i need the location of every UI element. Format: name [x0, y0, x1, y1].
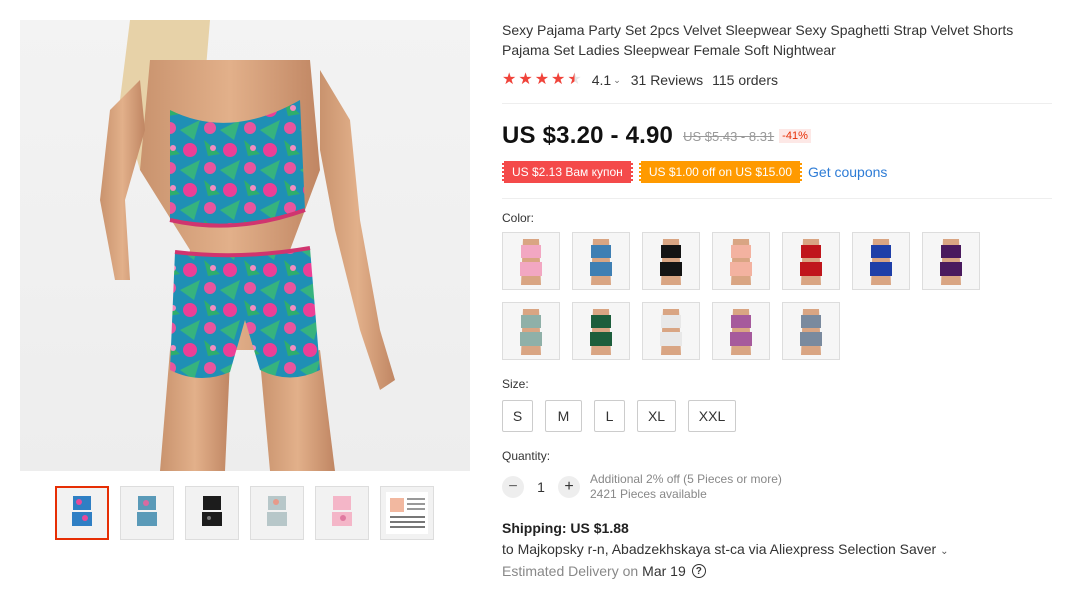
chevron-down-icon: ⌄ — [940, 546, 949, 557]
swatch-image — [870, 239, 892, 285]
quantity-decrease-button[interactable]: − — [502, 476, 524, 498]
color-swatch-8[interactable] — [502, 302, 560, 360]
thumbnail-image — [332, 496, 352, 526]
swatch-image — [730, 239, 752, 285]
color-label: Color: — [502, 211, 535, 225]
color-swatch-10[interactable] — [642, 302, 700, 360]
thumbnail-1[interactable] — [55, 486, 109, 540]
coupons-row: US $2.13 Вам купон US $1.00 off on US $1… — [502, 161, 1054, 183]
thumbnail-5[interactable] — [315, 486, 369, 540]
product-info-panel: Sexy Pajama Party Set 2pcs Velvet Sleepw… — [502, 20, 1054, 579]
delivery-date: Mar 19 — [642, 563, 686, 579]
divider — [502, 103, 1052, 104]
star-half-icon: ★ — [567, 71, 582, 88]
model-illustration — [100, 20, 395, 471]
thumbnail-image — [137, 496, 157, 526]
orders-count: 115 orders — [712, 72, 779, 88]
bulk-discount-note: Additional 2% off (5 Pieces or more) — [590, 472, 782, 486]
thumbnail-3[interactable] — [185, 486, 239, 540]
question-icon[interactable]: ? — [691, 564, 706, 578]
thumbnail-size-chart[interactable] — [380, 486, 434, 540]
chevron-down-icon[interactable]: ⌄ — [613, 75, 621, 86]
rating-stars[interactable]: ★ ★ ★ ★ ★ — [502, 72, 582, 88]
rating-row: ★ ★ ★ ★ ★ 4.1 ⌄ 31 Reviews 115 orders — [502, 70, 1054, 90]
shipping-destination-text: to Majkopsky r-n, Abadzekhskaya st-ca vi… — [502, 541, 937, 557]
quantity-notes: Additional 2% off (5 Pieces or more) 242… — [590, 472, 782, 502]
shipping-destination[interactable]: to Majkopsky r-n, Abadzekhskaya st-ca vi… — [502, 541, 1054, 557]
estimated-delivery: Estimated Delivery on Mar 19 ? — [502, 563, 1054, 579]
delivery-label: Estimated Delivery on — [502, 563, 639, 579]
quantity-label: Quantity: — [502, 449, 551, 463]
size-option-m[interactable]: M — [545, 400, 582, 432]
quantity-stepper: − + Additional 2% off (5 Pieces or more)… — [502, 472, 1054, 502]
swatch-image — [520, 239, 542, 285]
divider — [502, 198, 1052, 199]
color-swatch-5[interactable] — [782, 232, 840, 290]
size-label: Size: — [502, 377, 529, 391]
swatch-image — [660, 239, 682, 285]
color-swatches — [502, 232, 992, 360]
quantity-increase-button[interactable]: + — [558, 476, 580, 498]
get-coupons-link[interactable]: Get coupons — [808, 164, 887, 180]
swatch-image — [940, 239, 962, 285]
discount-badge: -41% — [779, 129, 811, 143]
swatch-image — [590, 309, 612, 355]
shipping-price: Shipping: US $1.88 — [502, 520, 629, 536]
stock-available: 2421 Pieces available — [590, 487, 707, 501]
thumbnail-image — [72, 496, 92, 526]
swatch-image — [520, 309, 542, 355]
color-swatch-2[interactable] — [572, 232, 630, 290]
size-option-xl[interactable]: XL — [637, 400, 676, 432]
color-swatch-1[interactable] — [502, 232, 560, 290]
color-swatch-4[interactable] — [712, 232, 770, 290]
rating-value[interactable]: 4.1 — [592, 72, 611, 88]
thumbnail-4[interactable] — [250, 486, 304, 540]
swatch-image — [800, 239, 822, 285]
current-price: US $3.20 - 4.90 — [502, 122, 674, 149]
color-swatch-12[interactable] — [782, 302, 840, 360]
thumbnail-image — [267, 496, 287, 526]
size-option-l[interactable]: L — [594, 400, 625, 432]
reviews-link[interactable]: 31 Reviews — [631, 72, 703, 88]
swatch-image — [660, 309, 682, 355]
quantity-input[interactable] — [524, 479, 558, 495]
swatch-image — [730, 309, 752, 355]
color-swatch-6[interactable] — [852, 232, 910, 290]
size-option-xxl[interactable]: XXL — [688, 400, 736, 432]
swatch-image — [800, 309, 822, 355]
star-icon: ★ — [534, 71, 550, 88]
star-icon: ★ — [551, 71, 566, 88]
size-options: S M L XL XXL — [502, 400, 1054, 432]
promo-coupon-badge[interactable]: US $1.00 off on US $15.00 — [638, 161, 803, 183]
original-price: US $5.43 - 8.31 — [683, 128, 775, 144]
star-icon: ★ — [518, 71, 533, 88]
store-coupon-badge[interactable]: US $2.13 Вам купон — [502, 161, 633, 183]
price-row: US $3.20 - 4.90 US $5.43 - 8.31 -41% — [502, 121, 1054, 151]
swatch-image — [590, 239, 612, 285]
color-swatch-11[interactable] — [712, 302, 770, 360]
star-icon: ★ — [502, 71, 517, 88]
product-title: Sexy Pajama Party Set 2pcs Velvet Sleepw… — [502, 22, 1014, 58]
color-swatch-9[interactable] — [572, 302, 630, 360]
color-swatch-3[interactable] — [642, 232, 700, 290]
color-swatch-7[interactable] — [922, 232, 980, 290]
size-option-s[interactable]: S — [502, 400, 533, 432]
thumbnail-2[interactable] — [120, 486, 174, 540]
thumbnail-strip — [55, 486, 434, 540]
thumbnail-image — [202, 496, 222, 526]
main-product-image[interactable] — [20, 20, 470, 471]
size-chart-thumbnail — [386, 492, 428, 534]
